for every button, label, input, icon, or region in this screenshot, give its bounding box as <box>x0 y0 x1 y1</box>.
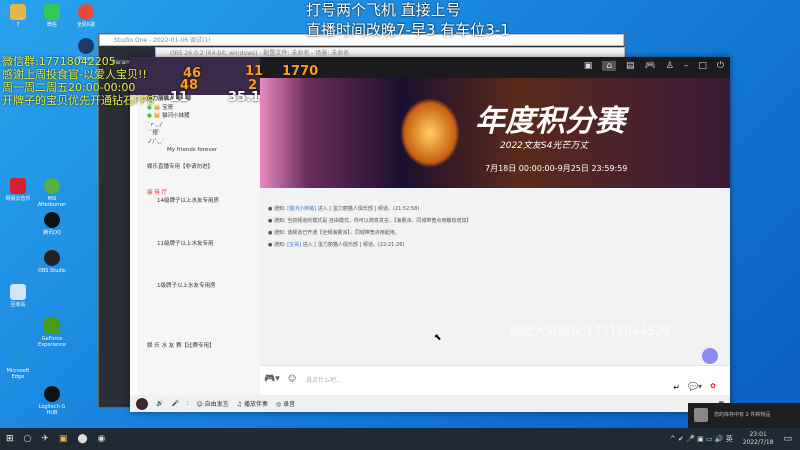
desktop-icon[interactable]: 网易云音乐 <box>0 178 36 202</box>
channel-item[interactable]: 1级牌子以上水友专用房 <box>137 282 260 291</box>
overlay-top-line: 打号两个飞机 直接上号 <box>306 1 461 19</box>
desktop-icon[interactable]: 微信 <box>34 4 70 28</box>
notification-toast[interactable]: 您的库存中有 2 件新物品 <box>688 403 800 428</box>
member-item[interactable]: ● 👑 猫河小妹猪 <box>137 112 260 121</box>
desktop-icon[interactable]: Logitech G HUB <box>34 386 70 416</box>
chat-message: ● 通知: 当前频道的模式是 自由模式，你可以随意发言。【海量派、同城带宽点用触… <box>268 218 472 224</box>
free-speak-button[interactable]: ☺ 自由发言 <box>196 399 228 408</box>
chat-bubble-icon[interactable]: 💬▾ <box>688 382 702 391</box>
trophy-graphic <box>400 98 460 168</box>
overlay-stat: 1770 <box>282 64 319 79</box>
icon-label: GeForce Experience <box>38 336 66 348</box>
overlay-left-line: 开牌子的宝贝优先开通钻石FPS <box>2 94 154 107</box>
overlay-stat: 35.1 <box>228 90 261 105</box>
emoji-icon[interactable]: ☺ <box>288 374 296 383</box>
message-input-area[interactable]: 🎮▾ ☺ 说点什么吧... ↵ 💬▾ ✿ <box>260 365 730 395</box>
desktop-icon[interactable]: MSI Afterburner <box>34 178 70 208</box>
notification-text: 您的库存中有 2 件新物品 <box>714 412 771 418</box>
music-button[interactable]: ♫ 播放伴奏 <box>237 399 268 408</box>
mixer-icon[interactable]: ⫶ <box>187 400 189 408</box>
banner-dates: 7月18日 00:00:00-9月25日 23:59:59 <box>485 164 628 173</box>
video-icon[interactable]: ▣ <box>584 61 593 71</box>
chat-area: ● 通知: [猫河小妹猪] 进入 [ 蛋力丽猫人俱乐部 ] 频道。(21:52:… <box>260 195 730 365</box>
user-link[interactable]: [猫河小妹猪] <box>287 206 316 212</box>
channel-item[interactable]: 娱 乐 水 友 赛【比赛专用】 <box>137 342 260 351</box>
app-icon[interactable]: ▣ <box>59 434 68 444</box>
channel-item[interactable]: 11级牌子以上水友专用 <box>137 240 260 249</box>
minimize-icon[interactable]: – <box>684 61 689 71</box>
skin-icon[interactable]: ♙ <box>666 61 674 71</box>
overlay-top-line: 直播时间改晚7-早3 有车位3-1 <box>306 21 510 39</box>
action-center-icon[interactable]: ▭ <box>783 434 792 444</box>
icon-label: Microsoft Edge <box>6 368 30 380</box>
icon-label: 7 <box>16 22 20 28</box>
channel-item[interactable]: `ˋ煜ˋ <box>137 129 260 138</box>
chat-message: ● 通知: [猫河小妹猪] 进入 [ 蛋力丽猫人俱乐部 ] 频道。(21:52:… <box>268 206 420 212</box>
icon-label: Logitech G HUB <box>38 404 66 416</box>
gamepad-icon[interactable]: 🎮 <box>645 61 656 71</box>
desktop-icon[interactable]: GeForce Experience <box>34 318 70 348</box>
channel-item[interactable]: `ｒ◡/ <box>137 121 260 130</box>
desktop-icon[interactable]: 腾讯QQ <box>34 212 70 236</box>
title-bar: 蛋力丽猫人俱乐部 ▣ ⌂ ▤ 🎮 ♙ – □ ⏻ <box>180 57 730 78</box>
mouse-cursor-icon: ⬉ <box>434 333 442 343</box>
steam-icon[interactable]: ◉ <box>98 434 106 444</box>
desktop-icon[interactable]: 回收站 <box>0 284 36 308</box>
start-icon[interactable]: ⊞ <box>6 434 14 444</box>
assistant-icon[interactable] <box>702 348 718 364</box>
inventory-icon <box>694 408 708 422</box>
avatar[interactable] <box>136 397 148 410</box>
search-icon[interactable]: ○ <box>24 434 32 444</box>
ime-indicator[interactable]: 英 <box>726 435 733 443</box>
channel-list: 蛋力丽猫人俱乐部 ● 👑 宝哥 ● 👑 猫河小妹猪 `ｒ◡/ `ˋ煜ˋ ノ/`◡… <box>137 95 260 395</box>
channel-item[interactable]: 14级牌子以上水友专用房 <box>137 197 260 206</box>
icon-label: 回收站 <box>10 302 26 308</box>
mic-icon[interactable]: 🎤 <box>171 400 178 407</box>
message-input[interactable]: 说点什么吧... <box>306 375 342 384</box>
icon-label: 微信 <box>46 22 57 28</box>
event-banner[interactable]: 年度积分赛 2022文友S4光芒万丈 7月18日 00:00:00-9月25日 … <box>260 78 730 188</box>
app-icon[interactable]: ✈ <box>41 434 49 444</box>
desktop-icon[interactable]: Microsoft Edge <box>0 350 36 380</box>
banner-title: 年度积分赛 <box>475 104 625 139</box>
clock[interactable]: 23:01 2022/7/18 <box>743 431 774 447</box>
power-icon[interactable]: ⏻ <box>717 61 724 71</box>
channel-item[interactable]: My friends forever <box>137 146 260 155</box>
desktop-icon[interactable]: 全民K歌 <box>68 4 104 28</box>
app-icon[interactable]: ⬤ <box>77 434 87 444</box>
overlay-stat: 11 <box>245 64 264 79</box>
chat-message: ● 通知: [宝哥] 进入 [ 蛋力丽猫人俱乐部 ] 频道。(22:21:26) <box>268 242 405 248</box>
speaker-icon[interactable]: 🔊 <box>156 400 163 407</box>
rose-icon[interactable]: ✿ <box>710 382 716 390</box>
icon-label: 网易云音乐 <box>5 196 31 202</box>
bottom-toolbar: 🔊 🎤 ⫶ ☺ 自由发言 ♫ 播放伴奏 ◎ 录音 ▦ <box>130 395 730 412</box>
icon-label: 全民K歌 <box>76 22 96 28</box>
banner-subtitle: 2022文友S4光芒万丈 <box>500 141 589 151</box>
channel-item[interactable]: ノ/`◡` <box>137 138 260 147</box>
page-icon[interactable]: ▤ <box>626 61 635 71</box>
overlay-stat: 11 <box>170 90 189 105</box>
watermark: 游戏大神陪玩:17718044520 <box>510 324 671 338</box>
tray-icons[interactable]: ^ ✔ 🎤 ▣ ▭ 🔊 英 <box>670 434 733 444</box>
send-icon[interactable]: ↵ <box>673 383 680 392</box>
user-link[interactable]: [宝哥] <box>287 242 301 248</box>
maximize-icon[interactable]: □ <box>698 61 707 71</box>
chat-message: ● 通知: 该频道已开通【全频海量派】，同城带宽点用起用。 <box>268 230 400 236</box>
channel-item-reception[interactable]: 接 待 厅 <box>137 189 260 198</box>
gamepad-icon[interactable]: 🎮▾ <box>264 374 280 384</box>
icon-label: MSI Afterburner <box>37 196 67 208</box>
desktop-icon[interactable]: OBS Studio <box>34 250 70 274</box>
channel-item[interactable]: 娱乐直播专用【非请勿进】 <box>137 163 260 172</box>
icon-label: 腾讯QQ <box>43 230 61 236</box>
desktop-icon[interactable]: 7 <box>0 4 36 28</box>
record-button[interactable]: ◎ 录音 <box>276 399 295 408</box>
icon-label: OBS Studio <box>38 268 66 274</box>
home-icon[interactable]: ⌂ <box>602 61 617 71</box>
taskbar: ⊞ ○ ✈ ▣ ⬤ ◉ ^ ✔ 🎤 ▣ ▭ 🔊 英 23:01 2022/7/18… <box>0 428 800 450</box>
